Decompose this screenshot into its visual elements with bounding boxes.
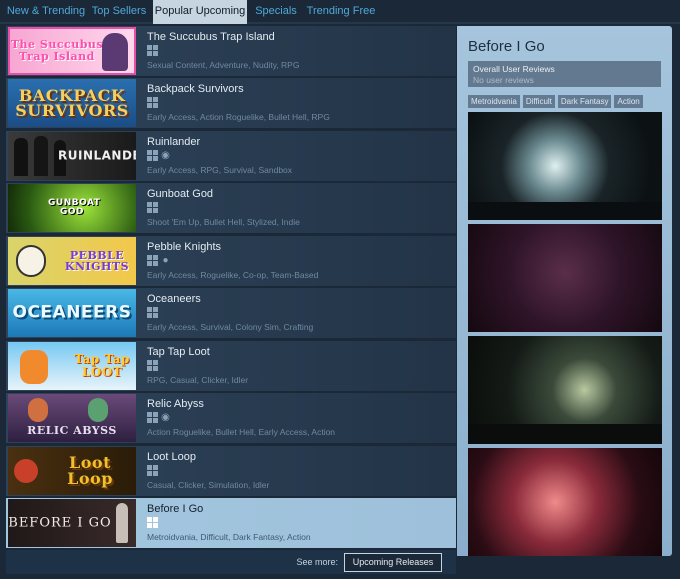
platform-icons — [147, 97, 158, 108]
review-label: Overall User Reviews — [473, 64, 555, 74]
preview-tag-dark-fantasy[interactable]: Dark Fantasy — [557, 95, 612, 108]
game-capsule-image: OCEANEERS — [8, 289, 136, 337]
game-row-before-i-go[interactable]: BEFORE I GO Before I Go Metroidvania, Di… — [6, 498, 456, 548]
preview-title: Before I Go — [468, 38, 545, 55]
game-title: Oceaneers — [147, 293, 201, 305]
tab-new-trending[interactable]: New & Trending — [6, 0, 86, 23]
see-more-label: See more: — [296, 557, 338, 567]
platform-icons — [147, 517, 158, 528]
windows-icon — [147, 255, 158, 266]
screenshot-2[interactable] — [468, 224, 662, 332]
screenshot-4[interactable] — [468, 448, 662, 556]
game-tags: Early Access, Survival, Colony Sim, Craf… — [147, 322, 314, 332]
game-title: Ruinlander — [147, 136, 201, 148]
preview-tag-action[interactable]: Action — [614, 95, 643, 108]
platform-icons — [147, 360, 158, 371]
game-title: Gunboat God — [147, 188, 214, 200]
steam-icon: ◉ — [161, 150, 170, 161]
game-title: Loot Loop — [147, 451, 196, 463]
game-title: Before I Go — [147, 503, 204, 515]
tab-trending-free[interactable]: Trending Free — [305, 0, 377, 23]
game-row-ruinlander[interactable]: RUINLANDER Ruinlander ◉ Early Access, RP… — [6, 131, 456, 181]
windows-icon — [147, 465, 158, 476]
windows-icon — [147, 202, 158, 213]
preview-tag-difficult[interactable]: Difficult — [522, 95, 555, 108]
game-row-loot-loop[interactable]: Loot Loop Loot Loop Casual, Clicker, Sim… — [6, 446, 456, 496]
game-tags: Action Roguelike, Bullet Hell, Early Acc… — [147, 427, 336, 437]
game-row-relic-abyss[interactable]: RELIC ABYSS Relic Abyss ◉ Action Rogueli… — [6, 393, 456, 443]
game-title: Relic Abyss — [147, 398, 204, 410]
game-title: Tap Tap Loot — [147, 346, 210, 358]
game-capsule-image: Tap Tap LOOT — [8, 342, 136, 390]
game-tags: Early Access, Action Roguelike, Bullet H… — [147, 112, 330, 122]
game-capsule-image: Loot Loop — [8, 447, 136, 495]
tab-specials[interactable]: Specials — [251, 0, 301, 23]
game-capsule-image: RUINLANDER — [8, 132, 136, 180]
windows-icon — [147, 150, 158, 161]
platform-icons: ◉ — [147, 150, 171, 161]
game-row-tap-tap-loot[interactable]: Tap Tap LOOT Tap Tap Loot RPG, Casual, C… — [6, 341, 456, 391]
platform-icons — [147, 45, 158, 56]
game-tags: Casual, Clicker, Simulation, Idler — [147, 480, 270, 490]
screenshot-3[interactable] — [468, 336, 662, 444]
game-row-succubus-trap-island[interactable]: The Succubus Trap Island The Succubus Tr… — [6, 26, 456, 76]
game-title: Backpack Survivors — [147, 83, 244, 95]
game-capsule-image: RELIC ABYSS — [8, 394, 136, 442]
tab-top-sellers[interactable]: Top Sellers — [90, 0, 148, 23]
platform-icons — [147, 465, 158, 476]
game-row-gunboat-god[interactable]: GUNBOAT GOD Gunboat God Shoot 'Em Up, Bu… — [6, 183, 456, 233]
upcoming-releases-button[interactable]: Upcoming Releases — [344, 553, 442, 572]
game-tags: Metroidvania, Difficult, Dark Fantasy, A… — [147, 532, 311, 542]
tab-bar: New & Trending Top Sellers Popular Upcom… — [0, 0, 680, 24]
game-title: Pebble Knights — [147, 241, 221, 253]
game-preview-panel: Before I Go Overall User Reviews No user… — [457, 26, 672, 556]
game-row-pebble-knights[interactable]: PEBBLE KNIGHTS Pebble Knights ● Early Ac… — [6, 236, 456, 286]
game-capsule-image: GUNBOAT GOD — [8, 184, 136, 232]
game-list: The Succubus Trap Island The Succubus Tr… — [6, 26, 456, 550]
list-footer: See more: Upcoming Releases — [6, 550, 456, 574]
screenshot-1[interactable] — [468, 112, 662, 220]
game-tags: Early Access, Roguelike, Co-op, Team-Bas… — [147, 270, 319, 280]
platform-icons: ● — [147, 255, 171, 266]
windows-icon — [147, 412, 158, 423]
windows-icon — [147, 517, 158, 528]
windows-icon — [147, 360, 158, 371]
platform-icons — [147, 202, 158, 213]
game-tags: RPG, Casual, Clicker, Idler — [147, 375, 249, 385]
platform-icons: ◉ — [147, 412, 171, 423]
windows-icon — [147, 45, 158, 56]
review-summary: Overall User Reviews No user reviews — [468, 61, 661, 87]
game-tags: Shoot 'Em Up, Bullet Hell, Stylized, Ind… — [147, 217, 300, 227]
tab-popular-upcoming[interactable]: Popular Upcoming — [153, 0, 247, 24]
game-tags: Early Access, RPG, Survival, Sandbox — [147, 165, 293, 175]
review-value: No user reviews — [473, 75, 534, 85]
game-capsule-image: The Succubus Trap Island — [8, 27, 136, 75]
game-tags: Sexual Content, Adventure, Nudity, RPG — [147, 60, 300, 70]
game-title: The Succubus Trap Island — [147, 31, 275, 43]
steam-icon: ◉ — [161, 412, 170, 423]
game-row-oceaneers[interactable]: OCEANEERS Oceaneers Early Access, Surviv… — [6, 288, 456, 338]
windows-icon — [147, 97, 158, 108]
game-capsule-image: PEBBLE KNIGHTS — [8, 237, 136, 285]
game-capsule-image: BEFORE I GO — [8, 499, 136, 547]
preview-tag-metroidvania[interactable]: Metroidvania — [468, 95, 520, 108]
game-capsule-image: BACKPACK SURVIVORS — [8, 79, 136, 127]
preview-tags: Metroidvania Difficult Dark Fantasy Acti… — [468, 95, 643, 108]
apple-icon: ● — [162, 255, 169, 266]
platform-icons — [147, 307, 158, 318]
game-row-backpack-survivors[interactable]: BACKPACK SURVIVORS Backpack Survivors Ea… — [6, 78, 456, 128]
windows-icon — [147, 307, 158, 318]
